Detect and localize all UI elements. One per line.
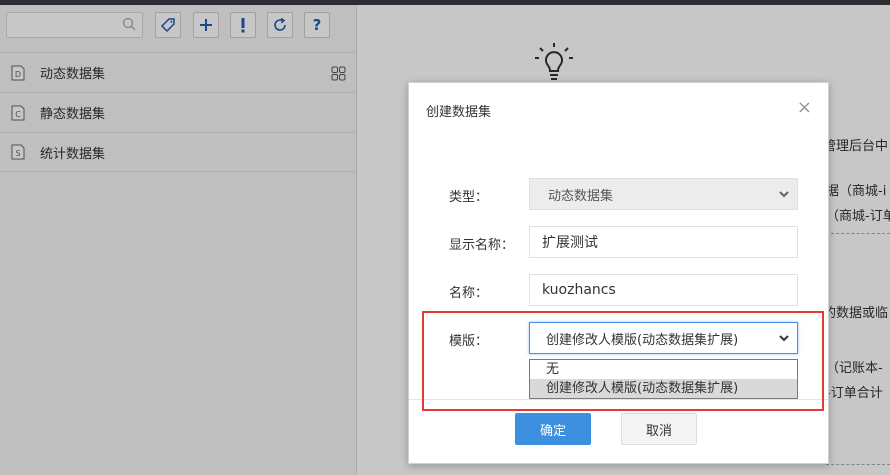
display-name-field[interactable]: 扩展测试 [529,226,798,258]
name-label: 名称： [449,286,489,301]
display-name-value: 扩展测试 [542,235,598,251]
dialog-title: 创建数据集 [426,105,492,120]
type-value: 动态数据集 [548,188,614,204]
chevron-down-icon [779,188,789,203]
close-icon[interactable]: × [797,97,812,118]
name-field[interactable]: kuozhancs [529,274,798,306]
type-label: 类型： [449,190,489,205]
ok-button[interactable]: 确定 [515,413,591,445]
highlight-box [422,311,824,411]
type-select: 动态数据集 [529,178,798,210]
name-value: kuozhancs [542,282,616,298]
cancel-button[interactable]: 取消 [621,413,697,445]
display-name-label: 显示名称： [449,238,515,253]
